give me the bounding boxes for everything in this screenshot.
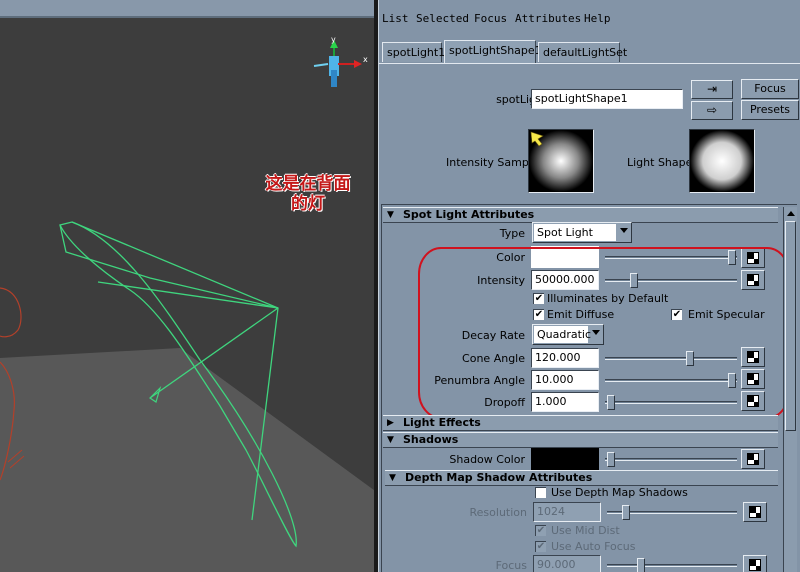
section-light-effects[interactable]: ▶ Light Effects [383, 415, 778, 431]
focus-label: Focus [495, 559, 527, 572]
light-shape-swatch[interactable] [689, 129, 755, 193]
node-name-field[interactable]: spotLightShape1 [531, 89, 683, 109]
checker-map-icon [749, 506, 761, 518]
attribute-editor: List Selected Focus Attributes Help spot… [378, 0, 800, 572]
menu-focus[interactable]: Focus [474, 12, 507, 25]
menu-help[interactable]: Help [584, 12, 611, 25]
collapse-triangle-icon: ▼ [387, 210, 394, 220]
use-auto-focus-checkbox[interactable]: ✔ [535, 541, 546, 552]
output-arrow-icon: ⇨ [706, 103, 718, 117]
scroll-up-icon[interactable] [787, 211, 795, 216]
menu-bar: List Selected Focus Attributes Help [379, 8, 800, 28]
use-depth-map-shadows-label: Use Depth Map Shadows [551, 486, 688, 499]
checker-map-icon [749, 559, 761, 571]
use-mid-dist-checkbox[interactable]: ✔ [535, 525, 546, 536]
shadow-color-map-button[interactable] [741, 449, 765, 469]
light-shape-preview [690, 130, 754, 192]
intensity-sample-label: Intensity Sample [446, 156, 539, 169]
focus-slider[interactable] [607, 558, 737, 572]
shadow-color-label: Shadow Color [449, 453, 525, 466]
vertical-scrollbar[interactable] [783, 207, 797, 572]
chevron-down-icon [620, 228, 628, 233]
annotation-line-2: 的灯 [291, 194, 325, 214]
focus-field[interactable]: 90.000 [533, 555, 601, 572]
menu-selected[interactable]: Selected [416, 12, 469, 25]
menu-list[interactable]: List [382, 12, 409, 25]
section-depth-map-shadow-attributes[interactable]: ▼ Depth Map Shadow Attributes [385, 470, 778, 486]
select-input-button[interactable]: ⇥ [691, 80, 733, 99]
tab-spotlight1[interactable]: spotLight1 [382, 42, 445, 62]
viewport-scene: y x [0, 35, 374, 572]
intensity-sample-preview [529, 130, 593, 192]
checker-map-icon [747, 453, 759, 465]
menu-attributes[interactable]: Attributes [515, 12, 581, 25]
focus-button[interactable]: Focus [741, 79, 799, 99]
annotation-line-1: 这是在背面 [265, 174, 351, 194]
presets-button[interactable]: Presets [741, 100, 799, 120]
use-auto-focus-label: Use Auto Focus [551, 540, 636, 553]
expand-triangle-icon: ▶ [387, 418, 394, 428]
svg-text:x: x [363, 55, 368, 64]
section-shadows[interactable]: ▼ Shadows [383, 432, 778, 448]
collapse-triangle-icon: ▼ [387, 435, 394, 445]
object-outline [0, 287, 22, 338]
scrollbar-thumb[interactable] [785, 221, 796, 431]
slider-thumb[interactable] [607, 452, 615, 467]
3d-viewport[interactable]: y x 这是在背面 的灯 [0, 0, 374, 572]
collapse-triangle-icon: ▼ [389, 473, 396, 483]
type-label: Type [499, 227, 525, 240]
shadow-color-swatch[interactable] [531, 448, 599, 470]
tab-baseline [379, 63, 800, 65]
svg-text:y: y [331, 35, 336, 44]
tab-spotlightshape1[interactable]: spotLightShape1 [444, 40, 542, 63]
resolution-field[interactable]: 1024 [533, 502, 601, 522]
annotation-note: 这是在背面 的灯 [250, 174, 366, 214]
select-output-button[interactable]: ⇨ [691, 101, 733, 120]
slider-thumb[interactable] [637, 558, 645, 572]
resolution-slider[interactable] [607, 505, 737, 520]
section-spot-light-attributes[interactable]: ▼ Spot Light Attributes [383, 207, 778, 223]
light-type-dropdown[interactable]: Spot Light [532, 222, 632, 243]
focus-map-button[interactable] [743, 555, 767, 572]
input-arrow-icon: ⇥ [706, 82, 718, 96]
use-mid-dist-label: Use Mid Dist [551, 524, 620, 537]
light-shape-label: Light Shape [627, 156, 693, 169]
resolution-label: Resolution [469, 506, 527, 519]
intensity-sample-swatch[interactable] [528, 129, 594, 193]
use-depth-map-shadows-checkbox[interactable] [535, 487, 546, 498]
highlight-annotation [418, 247, 790, 419]
view-axis-gnomon: y x [313, 35, 368, 87]
slider-thumb[interactable] [622, 505, 630, 520]
resolution-map-button[interactable] [743, 502, 767, 522]
tab-defaultlightset[interactable]: defaultLightSet [538, 42, 627, 62]
shadow-color-slider[interactable] [605, 452, 737, 467]
